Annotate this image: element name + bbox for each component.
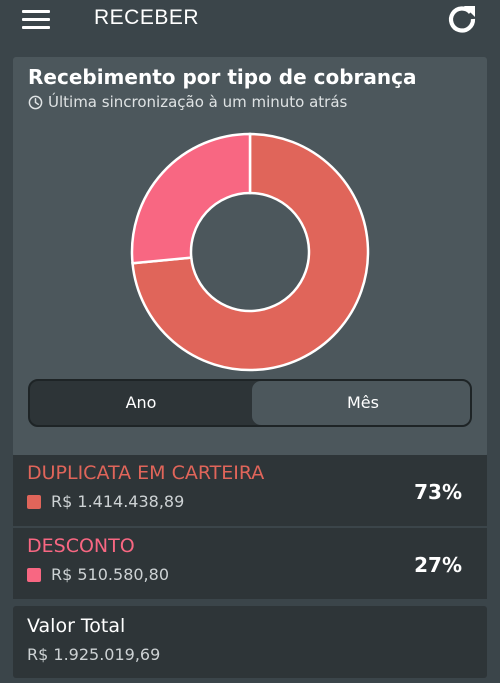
item-value: R$ 510.580,80 [51,565,169,584]
clock-icon [28,95,43,109]
hamburger-menu-icon[interactable] [22,10,50,30]
sync-status: Última sincronização à um minuto atrás [28,93,347,111]
item-value: R$ 1.414.438,89 [51,492,185,511]
card-title: Recebimento por tipo de cobrança [28,65,417,89]
refresh-icon[interactable] [446,3,478,35]
sync-text: Última sincronização à um minuto atrás [48,93,348,111]
chart-card: Recebimento por tipo de cobrança Última … [13,57,487,457]
toggle-option-ano[interactable]: Ano [30,381,252,425]
period-toggle: Ano Mês [28,379,472,427]
list-item-duplicata[interactable]: DUPLICATA EM CARTEIRA R$ 1.414.438,89 73… [13,455,487,526]
item-value-line: R$ 1.414.438,89 [27,492,184,511]
toggle-option-mes[interactable]: Mês [252,381,470,425]
item-percent: 73% [414,480,462,504]
legend-swatch [27,494,41,509]
list-item-desconto[interactable]: DESCONTO R$ 510.580,80 27% [13,528,487,599]
total-card: Valor Total R$ 1.925.019,69 [13,606,487,678]
total-value: R$ 1.925.019,69 [27,645,161,664]
item-value-line: R$ 510.580,80 [27,565,169,584]
app-header: RECEBER [0,0,500,42]
app-title: RECEBER [94,6,200,29]
item-label: DUPLICATA EM CARTEIRA [27,462,265,484]
donut-chart [130,132,370,372]
item-percent: 27% [414,553,462,577]
legend-swatch [27,567,41,582]
item-label: DESCONTO [27,535,135,557]
donut-slice-desconto[interactable] [130,132,252,265]
total-label: Valor Total [27,615,126,637]
